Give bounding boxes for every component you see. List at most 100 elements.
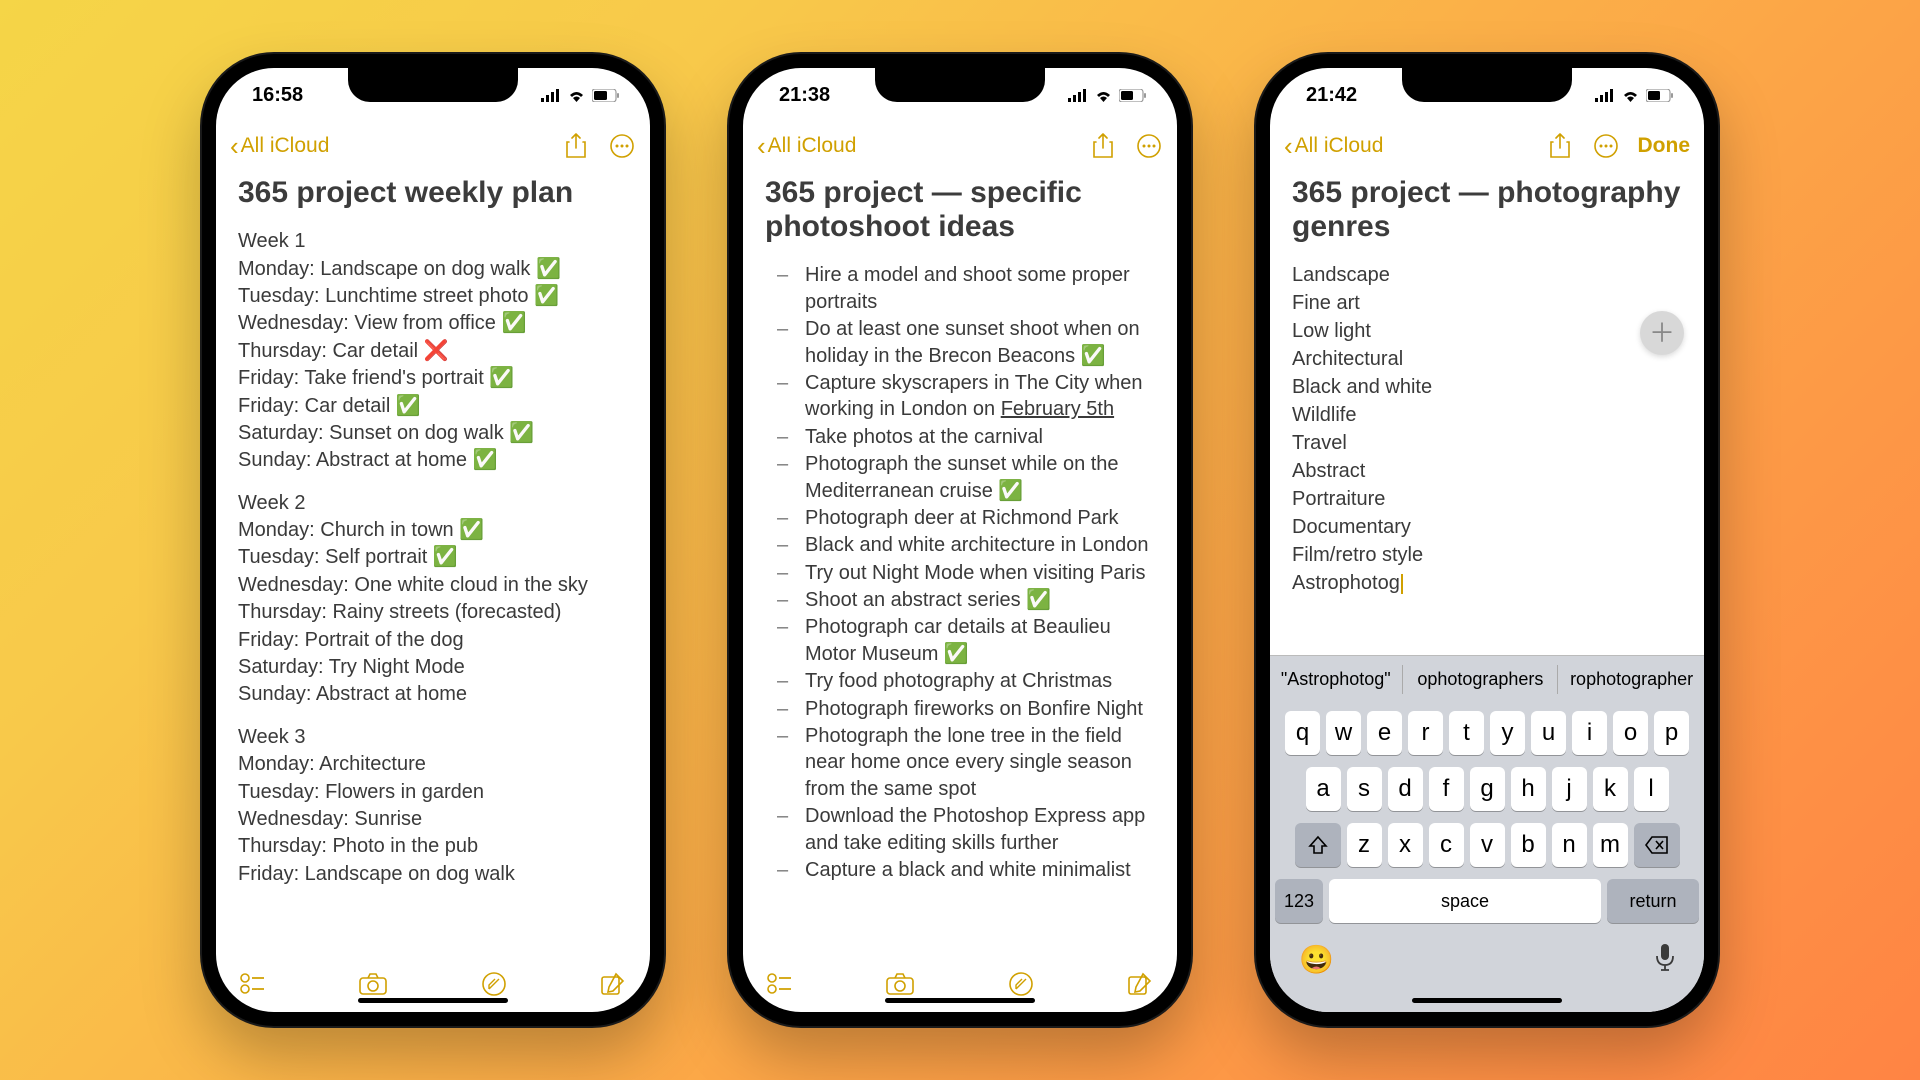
key-p[interactable]: p (1654, 711, 1689, 755)
phone-2: 21:38 ‹ All iCloud 365 project — specifi… (729, 54, 1191, 1026)
back-button[interactable]: ‹ All iCloud (757, 131, 856, 162)
key-b[interactable]: b (1511, 823, 1546, 867)
note-body[interactable]: 365 project — photography genres Landsca… (1270, 170, 1704, 655)
suggestion-1[interactable]: "Astrophotog" (1271, 669, 1401, 690)
key-r[interactable]: r (1408, 711, 1443, 755)
day-line: Friday: Portrait of the dog (238, 627, 628, 653)
status-time: 21:38 (779, 84, 830, 107)
key-n[interactable]: n (1552, 823, 1587, 867)
date-link[interactable]: February 5th (1001, 398, 1114, 420)
more-icon[interactable] (608, 132, 636, 160)
day-line: Saturday: Try Night Mode (238, 654, 628, 680)
key-z[interactable]: z (1347, 823, 1382, 867)
genre-line: Fine art (1292, 290, 1682, 317)
markup-icon[interactable] (1008, 971, 1034, 997)
day-line: Friday: Car detail ✅ (238, 393, 628, 419)
genre-line: Astrophotog (1292, 570, 1682, 597)
chevron-left-icon: ‹ (1284, 131, 1293, 162)
checklist-icon[interactable] (767, 973, 793, 995)
checklist-icon[interactable] (240, 973, 266, 995)
idea-item: –Photograph deer at Richmond Park (777, 505, 1155, 531)
genre-line: Abstract (1292, 458, 1682, 485)
home-indicator[interactable] (358, 998, 508, 1003)
back-label: All iCloud (1295, 134, 1384, 158)
home-indicator[interactable] (1412, 998, 1562, 1003)
idea-item: –Capture a black and white minimalist (777, 857, 1155, 883)
day-line: Thursday: Photo in the pub (238, 833, 628, 859)
key-t[interactable]: t (1449, 711, 1484, 755)
cellular-icon (1068, 89, 1088, 102)
chevron-left-icon: ‹ (230, 131, 239, 162)
add-fab[interactable]: ＋ (1640, 311, 1684, 355)
back-button[interactable]: ‹ All iCloud (230, 131, 329, 162)
key-space[interactable]: space (1329, 879, 1601, 923)
home-indicator[interactable] (885, 998, 1035, 1003)
wifi-icon (567, 89, 586, 102)
suggestion-3[interactable]: rophotographer (1560, 669, 1703, 690)
cellular-icon (1595, 89, 1615, 102)
note-body[interactable]: 365 project weekly plan Week 1Monday: La… (216, 170, 650, 956)
compose-icon[interactable] (600, 971, 626, 997)
note-body[interactable]: 365 project — specific photoshoot ideas … (743, 170, 1177, 956)
key-y[interactable]: y (1490, 711, 1525, 755)
idea-item: –Download the Photoshop Express app and … (777, 803, 1155, 856)
key-i[interactable]: i (1572, 711, 1607, 755)
back-button[interactable]: ‹ All iCloud (1284, 131, 1383, 162)
key-a[interactable]: a (1306, 767, 1341, 811)
key-u[interactable]: u (1531, 711, 1566, 755)
day-line: Thursday: Rainy streets (forecasted) (238, 599, 628, 625)
key-l[interactable]: l (1634, 767, 1669, 811)
key-j[interactable]: j (1552, 767, 1587, 811)
phone-3: 21:42 ‹ All iCloud Done 365 project — ph… (1256, 54, 1718, 1026)
chevron-left-icon: ‹ (757, 131, 766, 162)
key-v[interactable]: v (1470, 823, 1505, 867)
genre-line: Landscape (1292, 262, 1682, 289)
genre-line: Wildlife (1292, 402, 1682, 429)
camera-icon[interactable] (359, 973, 387, 995)
suggestion-2[interactable]: ophotographers (1402, 665, 1558, 694)
key-123[interactable]: 123 (1275, 879, 1323, 923)
key-shift[interactable] (1295, 823, 1341, 867)
done-button[interactable]: Done (1638, 134, 1691, 158)
keyboard-suggestions: "Astrophotog" ophotographers rophotograp… (1270, 655, 1704, 703)
day-line: Sunday: Abstract at home ✅ (238, 447, 628, 473)
key-e[interactable]: e (1367, 711, 1402, 755)
key-k[interactable]: k (1593, 767, 1628, 811)
phone-1: 16:58 ‹ All iCloud 365 project (202, 54, 664, 1026)
emoji-icon[interactable]: 😀 (1299, 943, 1334, 976)
week-heading: Week 3 (238, 724, 628, 750)
key-c[interactable]: c (1429, 823, 1464, 867)
more-icon[interactable] (1592, 132, 1620, 160)
wifi-icon (1621, 89, 1640, 102)
key-o[interactable]: o (1613, 711, 1648, 755)
idea-item: –Photograph fireworks on Bonfire Night (777, 696, 1155, 722)
key-d[interactable]: d (1388, 767, 1423, 811)
key-x[interactable]: x (1388, 823, 1423, 867)
key-return[interactable]: return (1607, 879, 1699, 923)
markup-icon[interactable] (481, 971, 507, 997)
key-m[interactable]: m (1593, 823, 1628, 867)
mic-icon[interactable] (1655, 943, 1675, 976)
cellular-icon (541, 89, 561, 102)
more-icon[interactable] (1135, 132, 1163, 160)
key-w[interactable]: w (1326, 711, 1361, 755)
share-icon[interactable] (562, 132, 590, 160)
compose-icon[interactable] (1127, 971, 1153, 997)
camera-icon[interactable] (886, 973, 914, 995)
note-title: 365 project — photography genres (1292, 176, 1682, 244)
idea-item: –Photograph the sunset while on the Medi… (777, 451, 1155, 504)
key-h[interactable]: h (1511, 767, 1546, 811)
share-icon[interactable] (1546, 132, 1574, 160)
key-backspace[interactable] (1634, 823, 1680, 867)
key-f[interactable]: f (1429, 767, 1464, 811)
key-q[interactable]: q (1285, 711, 1320, 755)
idea-item: –Shoot an abstract series ✅ (777, 587, 1155, 613)
key-s[interactable]: s (1347, 767, 1382, 811)
share-icon[interactable] (1089, 132, 1117, 160)
day-line: Monday: Landscape on dog walk ✅ (238, 256, 628, 282)
status-icons (1595, 89, 1674, 102)
note-title: 365 project weekly plan (238, 176, 628, 210)
idea-item: –Take photos at the carnival (777, 424, 1155, 450)
key-g[interactable]: g (1470, 767, 1505, 811)
nav-bar: ‹ All iCloud Done (1270, 122, 1704, 170)
